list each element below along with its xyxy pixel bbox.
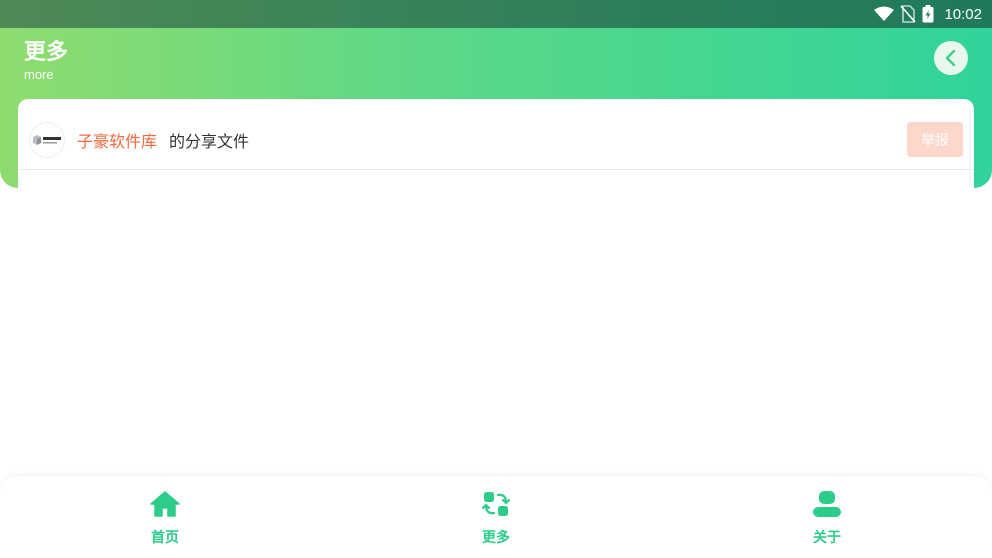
nav-item-home[interactable]: 首页 [105,476,225,558]
nav-item-more[interactable]: 更多 [436,476,556,558]
app-logo-icon [33,135,61,145]
user-icon [813,491,841,517]
status-time: 10:02 [944,5,982,23]
nav-label-about: 关于 [813,530,841,546]
wifi-icon [874,6,895,21]
bottom-nav: 首页 更多 关于 [0,476,992,558]
nav-label-home: 首页 [151,530,179,546]
nav-item-about[interactable]: 关于 [767,476,887,558]
author-name[interactable]: 子豪软件库 [77,128,157,152]
share-suffix-text: 的分享文件 [169,132,250,151]
nav-label-more: 更多 [482,530,510,546]
no-sim-icon [900,5,917,23]
share-card: 子豪软件库 的分享文件 举报 [18,99,974,199]
chevron-left-icon [945,49,956,67]
home-icon [150,491,180,517]
battery-icon [922,5,934,23]
swap-icon [482,492,510,516]
share-row: 子豪软件库 的分享文件 举报 [18,99,974,170]
page-title: 更多 [24,40,69,65]
back-button[interactable] [934,41,968,75]
avatar[interactable] [29,122,65,158]
status-bar: 10:02 [0,0,992,28]
report-button[interactable]: 举报 [907,122,963,157]
page-subtitle: more [24,67,54,82]
